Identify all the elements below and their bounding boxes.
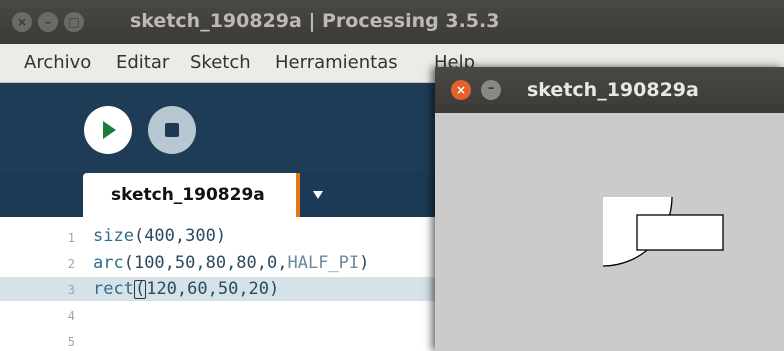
close-icon[interactable]: ×: [451, 80, 471, 100]
stop-button[interactable]: [148, 106, 196, 154]
maximize-icon[interactable]: □: [64, 12, 84, 32]
tab-sketch[interactable]: sketch_190829a: [83, 173, 299, 217]
code-function: size: [93, 226, 134, 246]
code-args: (100,50,80,80,0,: [123, 253, 288, 273]
run-button[interactable]: [84, 106, 132, 154]
line-number: 5: [67, 335, 75, 349]
sketch-window: × – sketch_190829a: [435, 67, 784, 351]
menu-archivo[interactable]: Archivo: [24, 52, 91, 73]
menu-herramientas[interactable]: Herramientas: [275, 52, 398, 73]
tab-label: sketch_190829a: [111, 185, 265, 205]
tab-menu-button[interactable]: [303, 173, 333, 217]
stop-icon: [165, 123, 179, 137]
sketch-title-bar: × – sketch_190829a: [435, 67, 784, 113]
minimize-icon[interactable]: –: [38, 12, 58, 32]
tab-accent-bar: [296, 173, 300, 217]
play-icon: [103, 121, 116, 139]
line-number: 2: [67, 257, 75, 271]
chevron-down-icon: [313, 191, 323, 199]
line-number: 3: [67, 283, 75, 297]
minimize-icon[interactable]: –: [481, 80, 501, 100]
sketch-canvas: [602, 196, 724, 267]
line-number: 4: [67, 309, 75, 323]
code-line-2: arc(100,50,80,80,0,HALF_PI): [93, 253, 369, 273]
rect-shape: [636, 214, 724, 251]
line-number: 1: [67, 231, 75, 245]
code-args: 120,60,50,20): [146, 279, 280, 299]
bracket-match: (: [133, 279, 147, 299]
close-icon[interactable]: ×: [12, 12, 32, 32]
code-line-1: size(400,300): [93, 226, 226, 246]
menu-sketch[interactable]: Sketch: [190, 52, 251, 73]
window-title: sketch_190829a | Processing 3.5.3: [130, 10, 500, 32]
title-bar: × – □ sketch_190829a | Processing 3.5.3: [0, 0, 784, 44]
code-function: arc: [93, 253, 124, 273]
sketch-window-title: sketch_190829a: [527, 79, 699, 101]
code-args: (400,300): [133, 226, 227, 246]
code-constant: HALF_PI: [287, 253, 360, 273]
menu-editar[interactable]: Editar: [116, 52, 169, 73]
code-close: ): [359, 253, 370, 273]
code-line-3: rect(120,60,50,20): [93, 279, 279, 299]
code-function: rect: [93, 279, 134, 299]
